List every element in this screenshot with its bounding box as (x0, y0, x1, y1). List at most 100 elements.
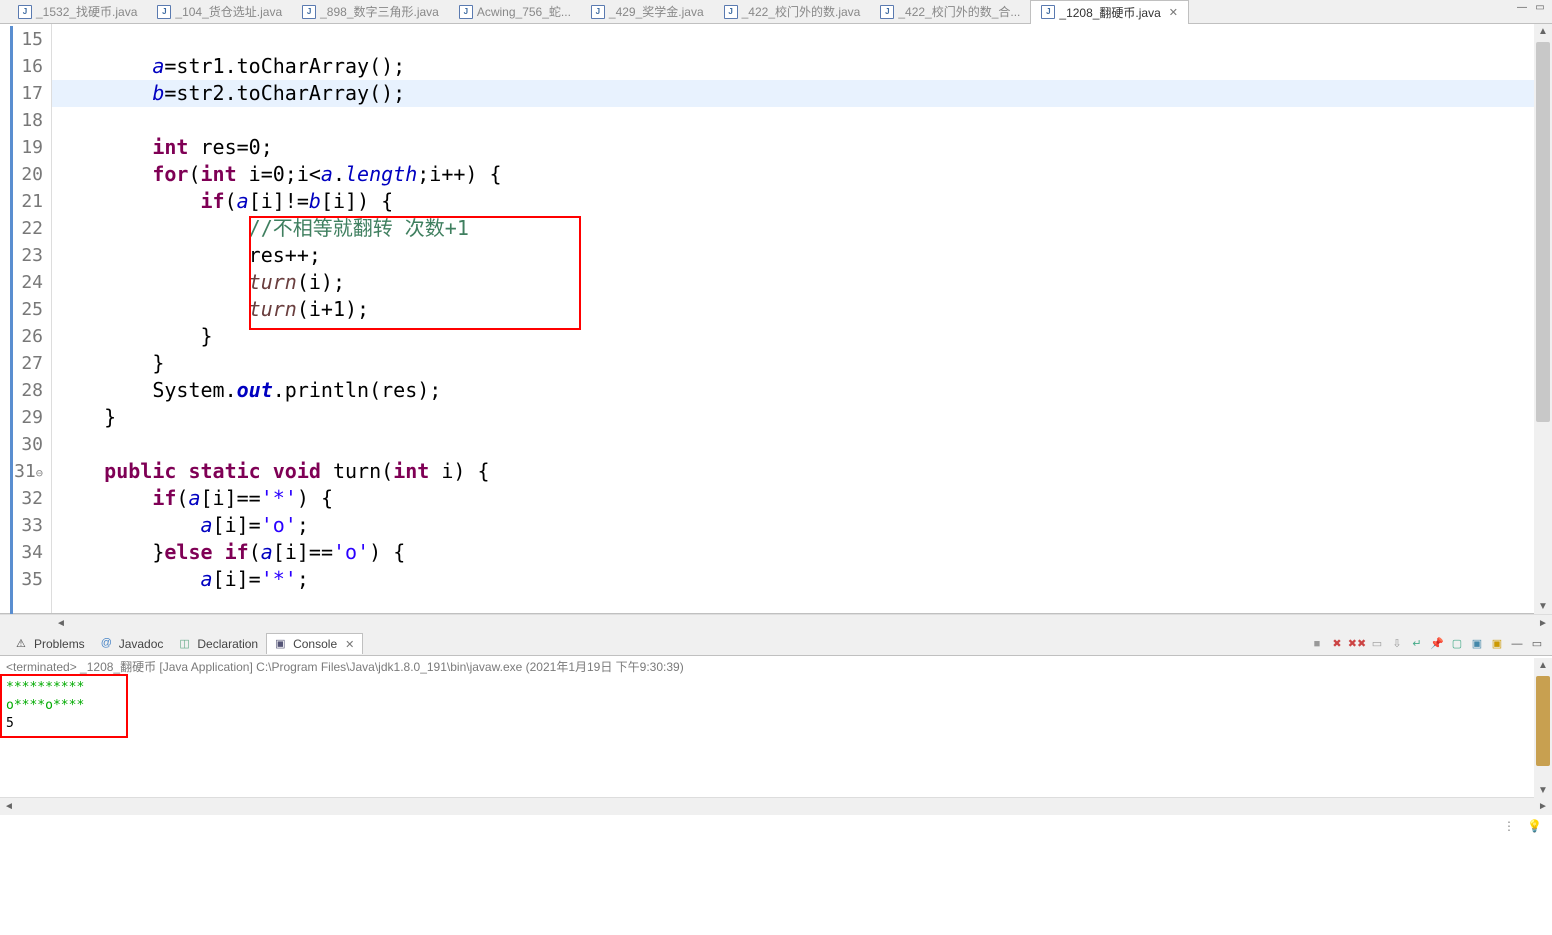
code-line: turn(i); (52, 269, 1534, 296)
display-console-icon[interactable]: ▢ (1448, 636, 1466, 652)
tab-898[interactable]: J_898_数字三角形.java (292, 0, 449, 23)
tab-1532[interactable]: J_1532_找硬币.java (8, 0, 147, 23)
java-file-icon: J (1041, 5, 1055, 19)
line-num: 22 (0, 215, 51, 242)
pin-console-icon[interactable]: 📌 (1428, 636, 1446, 652)
javadoc-tab[interactable]: @Javadoc (93, 634, 172, 654)
close-tab-icon[interactable]: ✕ (1169, 6, 1178, 19)
line-num: 19 (0, 134, 51, 161)
java-file-icon: J (724, 5, 738, 19)
word-wrap-icon[interactable]: ↵ (1408, 636, 1426, 652)
scroll-thumb[interactable] (1536, 676, 1550, 766)
code-line: } (52, 404, 1534, 431)
line-num: 27 (0, 350, 51, 377)
scroll-thumb[interactable] (1536, 42, 1550, 422)
line-num: 21 (0, 188, 51, 215)
code-line (52, 107, 1534, 134)
console-horizontal-scrollbar[interactable]: ◄ ► (0, 797, 1552, 815)
code-line: int res=0; (52, 134, 1534, 161)
java-file-icon: J (302, 5, 316, 19)
line-num: 15 (0, 26, 51, 53)
scroll-down-icon[interactable]: ▼ (1538, 601, 1548, 612)
editor-tab-bar: J_1532_找硬币.java J_104_货仓选址.java J_898_数字… (0, 0, 1552, 24)
java-file-icon: J (157, 5, 171, 19)
scroll-right-icon[interactable]: ► (1534, 618, 1552, 629)
line-num: 20 (0, 161, 51, 188)
remove-launch-icon[interactable]: ✖ (1328, 636, 1346, 652)
scroll-lock-icon[interactable]: ⇩ (1388, 636, 1406, 652)
scroll-left-icon[interactable]: ◄ (0, 801, 18, 812)
line-number-gutter: 15 16 17 18 19 20 21 22 23 24 25 26 27 2… (0, 24, 52, 613)
tip-icon[interactable]: 💡 (1527, 819, 1542, 833)
open-console-icon[interactable]: ▣ (1468, 636, 1486, 652)
line-num: 24 (0, 269, 51, 296)
maximize-icon[interactable]: ▭ (1532, 2, 1548, 16)
line-num: 34 (0, 539, 51, 566)
code-line-highlighted: b=str2.toCharArray(); (52, 80, 1534, 107)
line-num: 35 (0, 566, 51, 593)
code-line: } (52, 350, 1534, 377)
java-file-icon: J (459, 5, 473, 19)
bottom-panel-tabs: ⚠Problems @Javadoc ◫Declaration ▣Console… (0, 632, 1552, 656)
minimize-panel-icon[interactable]: ― (1508, 636, 1526, 652)
console-toolbar: ■ ✖ ✖✖ ▭ ⇩ ↵ 📌 ▢ ▣ ▣ ― ▭ (1308, 636, 1546, 652)
clear-console-icon[interactable]: ▭ (1368, 636, 1386, 652)
console-input-line: ********** (6, 679, 1546, 697)
code-line: a[i]='o'; (52, 512, 1534, 539)
code-line: turn(i+1); (52, 296, 1534, 323)
java-file-icon: J (18, 5, 32, 19)
editor-horizontal-scrollbar[interactable]: ◄ ► (0, 614, 1552, 632)
close-console-icon[interactable]: ✕ (345, 638, 354, 651)
java-file-icon: J (591, 5, 605, 19)
remove-all-icon[interactable]: ✖✖ (1348, 636, 1366, 652)
scroll-up-icon[interactable]: ▲ (1538, 660, 1548, 671)
window-controls: ― ▭ (1514, 2, 1548, 16)
console-vertical-scrollbar[interactable]: ▲ ▼ (1534, 658, 1552, 798)
line-num: 30 (0, 431, 51, 458)
code-line (52, 26, 1534, 53)
tab-1208-active[interactable]: J_1208_翻硬币.java✕ (1030, 0, 1189, 24)
line-num: 33 (0, 512, 51, 539)
code-line: }else if(a[i]=='o') { (52, 539, 1534, 566)
maximize-panel-icon[interactable]: ▭ (1528, 636, 1546, 652)
editor-area: 15 16 17 18 19 20 21 22 23 24 25 26 27 2… (0, 24, 1552, 614)
code-line: if(a[i]!=b[i]) { (52, 188, 1534, 215)
javadoc-icon: @ (101, 637, 115, 651)
code-line: res++; (52, 242, 1534, 269)
console-output[interactable]: ********** o****o**** 5 (0, 677, 1552, 797)
tab-104[interactable]: J_104_货仓选址.java (147, 0, 292, 23)
terminate-icon[interactable]: ■ (1308, 636, 1326, 652)
tab-422a[interactable]: J_422_校门外的数.java (714, 0, 871, 23)
line-num: 16 (0, 53, 51, 80)
console-input-line: o****o**** (6, 697, 1546, 715)
tab-756[interactable]: JAcwing_756_蛇... (449, 0, 581, 23)
editor-vertical-scrollbar[interactable]: ▲ ▼ (1534, 24, 1552, 614)
code-editor[interactable]: a=str1.toCharArray(); b=str2.toCharArray… (52, 24, 1534, 613)
line-num: 25 (0, 296, 51, 323)
line-num: 18 (0, 107, 51, 134)
declaration-tab[interactable]: ◫Declaration (171, 634, 266, 654)
minimize-icon[interactable]: ― (1514, 2, 1530, 16)
tab-422b[interactable]: J_422_校门外的数_合... (870, 0, 1030, 23)
console-output-line: 5 (6, 715, 1546, 733)
console-icon: ▣ (275, 637, 289, 651)
console-launch-header: <terminated> _1208_翻硬币 [Java Application… (0, 656, 1552, 677)
code-line: for(int i=0;i<a.length;i++) { (52, 161, 1534, 188)
status-bar: ⋮ 💡 (0, 815, 1552, 837)
scroll-up-icon[interactable]: ▲ (1538, 26, 1548, 37)
code-line: } (52, 323, 1534, 350)
line-num: 31⊖ (0, 458, 51, 485)
line-num: 23 (0, 242, 51, 269)
line-num: 32 (0, 485, 51, 512)
problems-icon: ⚠ (16, 637, 30, 651)
scroll-down-icon[interactable]: ▼ (1538, 785, 1548, 796)
code-line: System.out.println(res); (52, 377, 1534, 404)
tab-429[interactable]: J_429_奖学金.java (581, 0, 714, 23)
line-num: 17 (0, 80, 51, 107)
declaration-icon: ◫ (179, 637, 193, 651)
problems-tab[interactable]: ⚠Problems (8, 634, 93, 654)
console-tab-active[interactable]: ▣Console✕ (266, 633, 363, 654)
scroll-left-icon[interactable]: ◄ (52, 618, 70, 629)
new-console-icon[interactable]: ▣ (1488, 636, 1506, 652)
scroll-right-icon[interactable]: ► (1534, 801, 1552, 812)
